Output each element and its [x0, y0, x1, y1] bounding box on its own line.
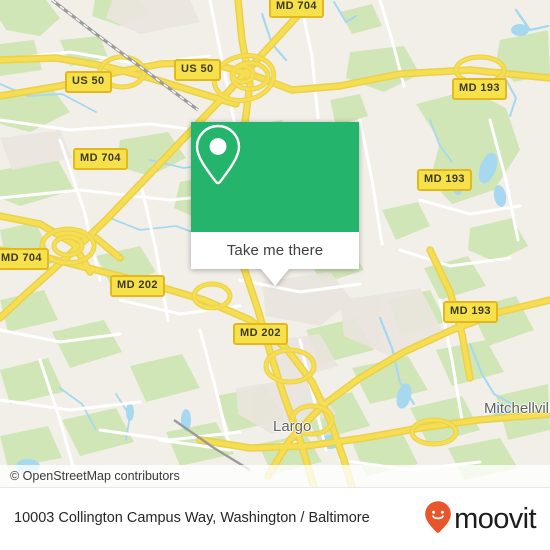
- place-label-mitchellville: Mitchellville: [484, 400, 550, 417]
- road-shield-md193-low[interactable]: MD 193: [443, 301, 498, 323]
- location-callout-card[interactable]: Take me there: [191, 122, 359, 286]
- road-shield-us50-left[interactable]: US 50: [65, 71, 112, 93]
- road-shield-md193-top[interactable]: MD 193: [452, 78, 507, 100]
- moovit-wordmark: moovit: [454, 502, 536, 535]
- road-shield-us50-mid[interactable]: US 50: [174, 59, 221, 81]
- osm-attribution-text[interactable]: © OpenStreetMap contributors: [0, 469, 180, 483]
- road-shield-md202-mid[interactable]: MD 202: [233, 323, 288, 345]
- footer-bar: 10003 Collington Campus Way, Washington …: [0, 487, 550, 550]
- road-shield-md704-top[interactable]: MD 704: [269, 0, 324, 18]
- callout-header: [191, 122, 359, 232]
- take-me-there-button[interactable]: Take me there: [191, 232, 359, 269]
- road-shield-md202-left[interactable]: MD 202: [110, 275, 165, 297]
- callout-tail-pointer: [261, 269, 289, 286]
- take-me-there-label: Take me there: [226, 242, 324, 259]
- address-text: 10003 Collington Campus Way, Washington …: [14, 510, 370, 527]
- map-attribution-bar: © OpenStreetMap contributors: [0, 465, 550, 487]
- moovit-logo[interactable]: moovit: [424, 500, 537, 539]
- place-label-largo: Largo: [273, 418, 312, 435]
- map-screen: MD 704 US 50 US 50 MD 193 MD 704 MD 193 …: [0, 0, 550, 550]
- road-shield-md704-left[interactable]: MD 704: [0, 248, 49, 270]
- moovit-smiley-pin-icon: [424, 500, 452, 539]
- road-shield-md704-mid[interactable]: MD 704: [73, 148, 128, 170]
- map-canvas[interactable]: MD 704 US 50 US 50 MD 193 MD 704 MD 193 …: [0, 0, 550, 487]
- road-shield-md193-mid[interactable]: MD 193: [417, 169, 472, 191]
